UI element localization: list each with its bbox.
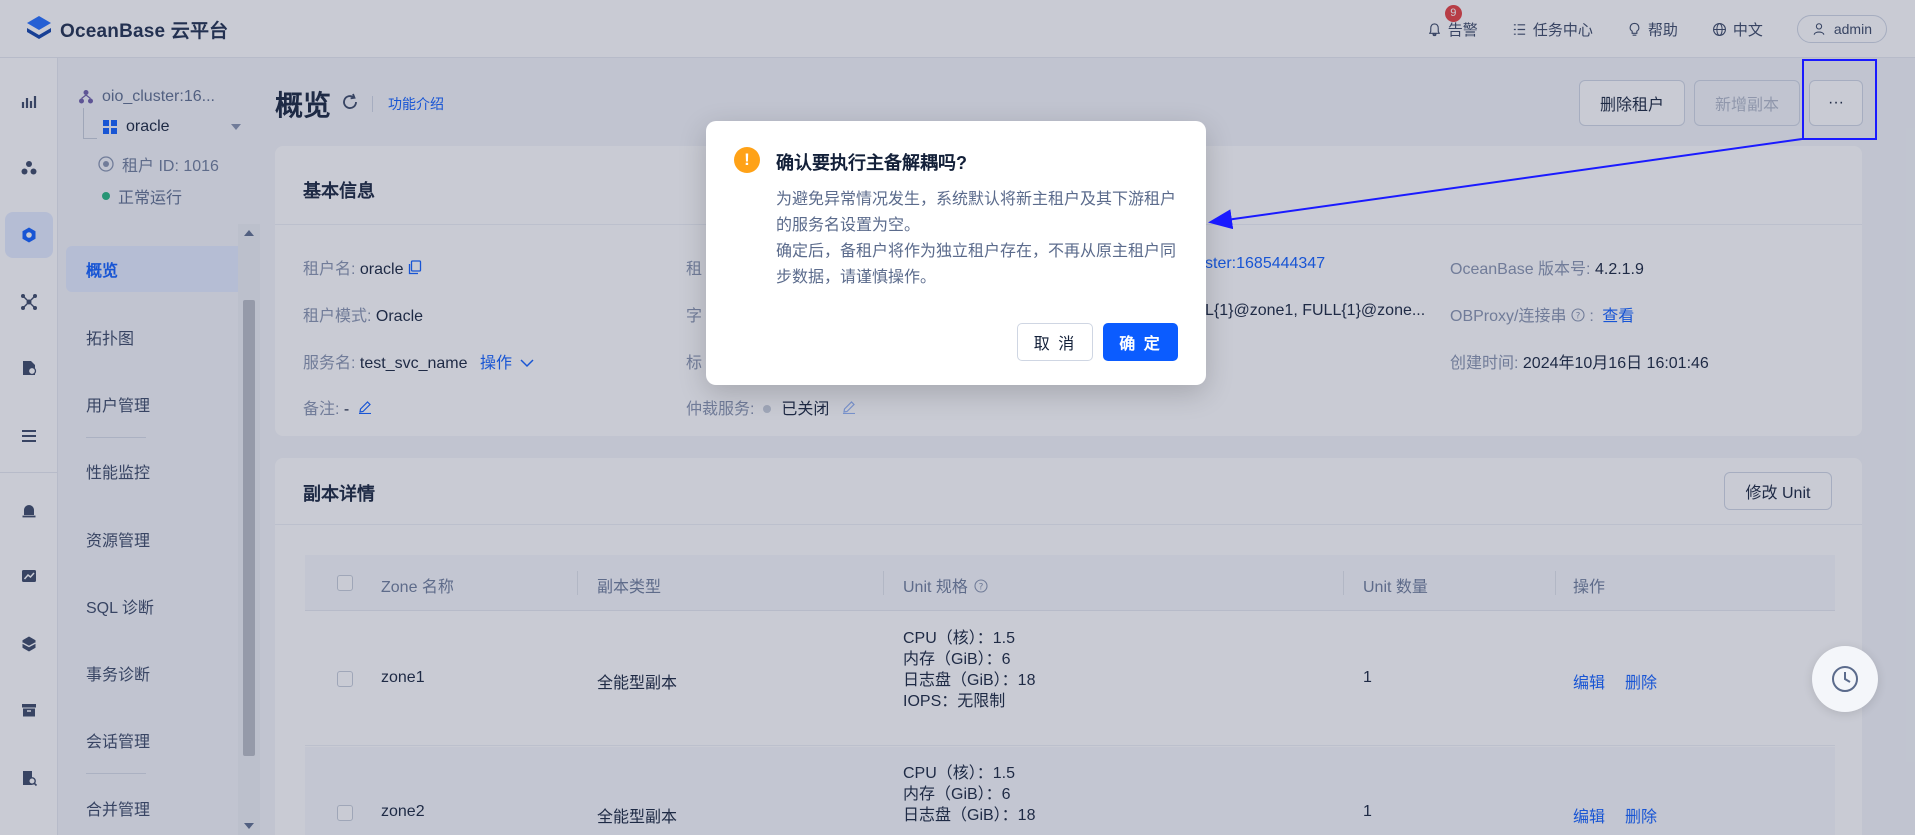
warning-icon: ! <box>734 147 760 173</box>
dialog-body-line-1: 为避免异常情况发生，系统默认将新主租户及其下游租户的服务名设置为空。 <box>776 191 1177 234</box>
dialog-body-line-2: 确定后，备租户将作为独立租户存在，不再从原主租户同步数据，请谨慎操作。 <box>776 243 1177 286</box>
cancel-button[interactable]: 取 消 <box>1017 323 1093 361</box>
history-button[interactable] <box>1812 646 1878 712</box>
dialog-title: 确认要执行主备解耦吗? <box>776 153 967 173</box>
confirm-button[interactable]: 确 定 <box>1103 323 1178 361</box>
dialog-body: 为避免异常情况发生，系统默认将新主租户及其下游租户的服务名设置为空。 确定后，备… <box>776 187 1176 291</box>
clock-history-icon <box>1832 666 1858 692</box>
confirm-decouple-dialog: ! 确认要执行主备解耦吗? 为避免异常情况发生，系统默认将新主租户及其下游租户的… <box>706 121 1206 385</box>
annotation-highlight-box <box>1802 59 1877 140</box>
